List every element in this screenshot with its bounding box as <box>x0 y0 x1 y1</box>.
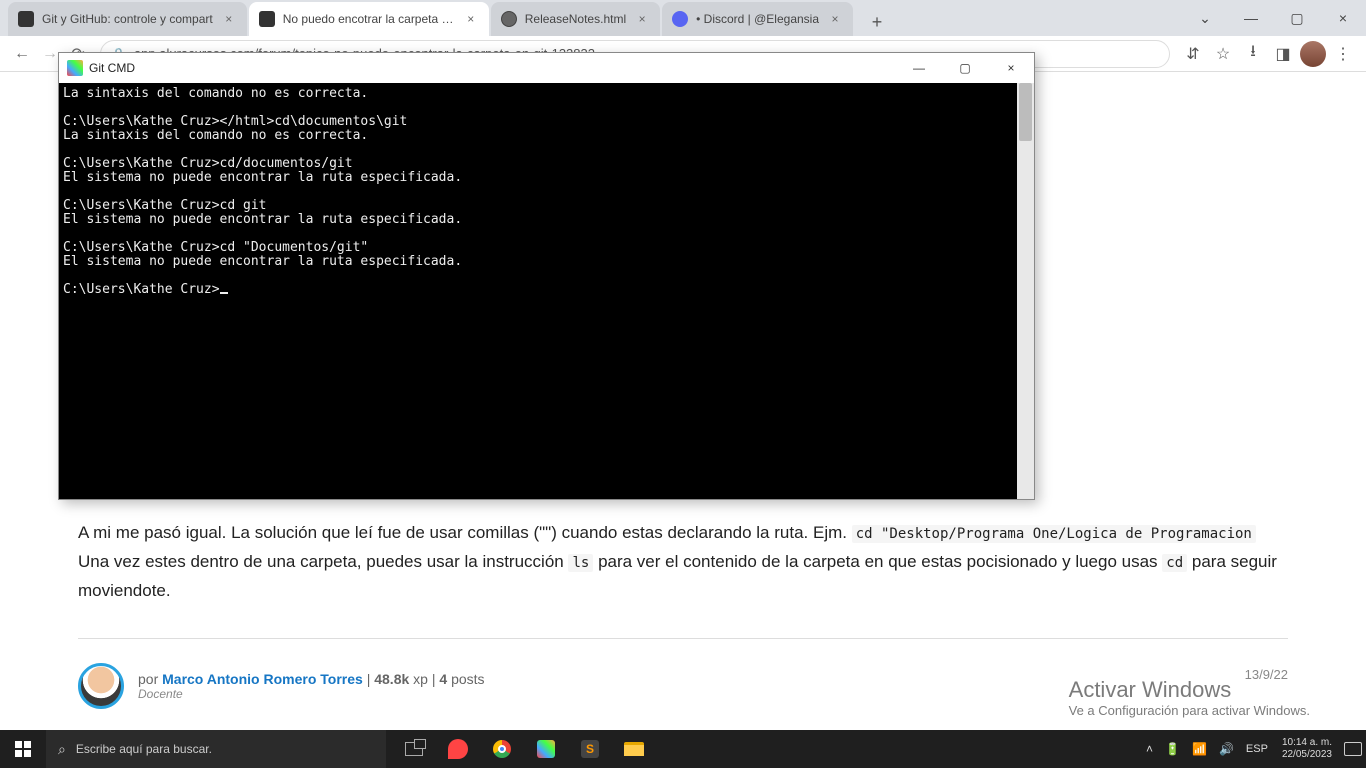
tab-title: Git y GitHub: controle y compart <box>42 12 213 26</box>
activate-windows-watermark: Activar Windows Ve a Configuración para … <box>1069 677 1310 718</box>
back-button[interactable]: ← <box>8 40 36 68</box>
clock-date: 22/05/2023 <box>1282 749 1332 761</box>
reply-text: para ver el contenido de la carpeta en q… <box>598 552 1162 571</box>
inline-code: cd "Desktop/Programa One/Logica de Progr… <box>852 525 1256 543</box>
minimize-icon[interactable]: — <box>1228 1 1274 35</box>
notifications-icon[interactable] <box>1344 742 1362 756</box>
watermark-title: Activar Windows <box>1069 677 1310 703</box>
chrome-icon <box>493 740 511 758</box>
close-icon[interactable]: × <box>221 11 237 27</box>
volume-icon[interactable]: 🔊 <box>1213 742 1240 756</box>
cmd-title-text: Git CMD <box>89 61 135 75</box>
git-icon <box>537 740 555 758</box>
tab-title: ReleaseNotes.html <box>525 12 626 26</box>
taskbar-app-brave[interactable] <box>436 730 480 768</box>
author-posts: 4 <box>439 671 447 687</box>
browser-tab-1[interactable]: No puedo encotrar la carpeta en × <box>249 2 489 36</box>
star-icon[interactable]: ☆ <box>1208 39 1238 69</box>
windows-icon <box>15 741 31 757</box>
sublime-icon: S <box>581 740 599 758</box>
sidepanel-icon[interactable]: ◨ <box>1268 39 1298 69</box>
author-posts-label: posts <box>451 671 484 687</box>
maximize-icon[interactable]: ▢ <box>942 53 988 83</box>
taskbar-app-git[interactable] <box>524 730 568 768</box>
taskbar-app-chrome[interactable] <box>480 730 524 768</box>
author-link[interactable]: Marco Antonio Romero Torres <box>162 671 363 687</box>
favicon-icon <box>18 11 34 27</box>
cmd-output: La sintaxis del comando no es correcta. … <box>59 83 1016 499</box>
maximize-icon[interactable]: ▢ <box>1274 1 1320 35</box>
avatar[interactable] <box>78 663 124 709</box>
folder-icon <box>624 742 644 756</box>
search-icon: ⌕ <box>58 741 66 758</box>
share-icon[interactable]: ⇵ <box>1178 39 1208 69</box>
download-icon[interactable]: ⭳ <box>1238 39 1268 69</box>
scrollbar-thumb[interactable] <box>1019 83 1032 141</box>
taskbar-app-sublime[interactable]: S <box>568 730 612 768</box>
reply-text: Una vez estes dentro de una carpeta, pue… <box>78 552 568 571</box>
close-icon[interactable]: × <box>1320 1 1366 35</box>
menu-button[interactable]: ⋮ <box>1328 39 1358 69</box>
start-button[interactable] <box>0 730 46 768</box>
cmd-body[interactable]: La sintaxis del comando no es correcta. … <box>59 83 1034 499</box>
inline-code: ls <box>568 554 593 572</box>
brave-icon <box>448 739 468 759</box>
author-xp-label: xp <box>413 671 428 687</box>
taskbar-app-explorer[interactable] <box>612 730 656 768</box>
git-icon <box>67 60 83 76</box>
close-icon[interactable]: × <box>463 11 479 27</box>
cmd-scrollbar[interactable] <box>1017 83 1034 499</box>
git-cmd-window[interactable]: Git CMD — ▢ × La sintaxis del comando no… <box>58 52 1035 500</box>
divider <box>78 638 1288 639</box>
favicon-icon <box>672 11 688 27</box>
forum-reply-text: A mi me pasó igual. La solución que leí … <box>78 519 1288 606</box>
author-role: Docente <box>138 687 485 701</box>
cmd-title-bar[interactable]: Git CMD — ▢ × <box>59 53 1034 83</box>
browser-tab-3[interactable]: • Discord | @Elegansia × <box>662 2 853 36</box>
clock-time: 10:14 a. m. <box>1282 737 1332 749</box>
author-meta: por Marco Antonio Romero Torres | 48.8k … <box>138 671 485 687</box>
windows-taskbar: ⌕ Escribe aquí para buscar. S ˄ 🔋 📶 🔊 ES… <box>0 730 1366 768</box>
minimize-icon[interactable]: — <box>896 53 942 83</box>
close-icon[interactable]: × <box>988 53 1034 83</box>
author-by: por <box>138 671 162 687</box>
wifi-icon[interactable]: 📶 <box>1186 742 1213 756</box>
chevron-down-icon[interactable]: ⌄ <box>1182 1 1228 35</box>
system-tray: ˄ 🔋 📶 🔊 ESP 10:14 a. m. 22/05/2023 <box>1140 730 1366 768</box>
tab-title: No puedo encotrar la carpeta en <box>283 12 455 26</box>
reply-text: A mi me pasó igual. La solución que leí … <box>78 523 852 542</box>
inline-code: cd <box>1162 554 1187 572</box>
favicon-icon <box>259 11 275 27</box>
close-icon[interactable]: × <box>634 11 650 27</box>
close-icon[interactable]: × <box>827 11 843 27</box>
browser-tab-2[interactable]: ReleaseNotes.html × <box>491 2 660 36</box>
taskbar-search[interactable]: ⌕ Escribe aquí para buscar. <box>46 730 386 768</box>
language-indicator[interactable]: ESP <box>1240 743 1274 755</box>
window-controls: ⌄ — ▢ × <box>1182 0 1366 36</box>
new-tab-button[interactable]: + <box>863 8 891 36</box>
task-view-button[interactable] <box>392 730 436 768</box>
favicon-icon <box>501 11 517 27</box>
taskbar-clock[interactable]: 10:14 a. m. 22/05/2023 <box>1274 737 1340 761</box>
cursor-icon <box>220 292 228 294</box>
search-placeholder: Escribe aquí para buscar. <box>76 742 212 756</box>
tab-title: • Discord | @Elegansia <box>696 12 819 26</box>
tray-chevron-up-icon[interactable]: ˄ <box>1140 742 1159 756</box>
watermark-sub: Ve a Configuración para activar Windows. <box>1069 703 1310 718</box>
browser-tab-0[interactable]: Git y GitHub: controle y compart × <box>8 2 247 36</box>
battery-icon[interactable]: 🔋 <box>1159 742 1186 756</box>
author-xp: 48.8k <box>374 671 409 687</box>
browser-tab-strip: Git y GitHub: controle y compart × No pu… <box>0 0 1366 36</box>
avatar[interactable] <box>1298 39 1328 69</box>
